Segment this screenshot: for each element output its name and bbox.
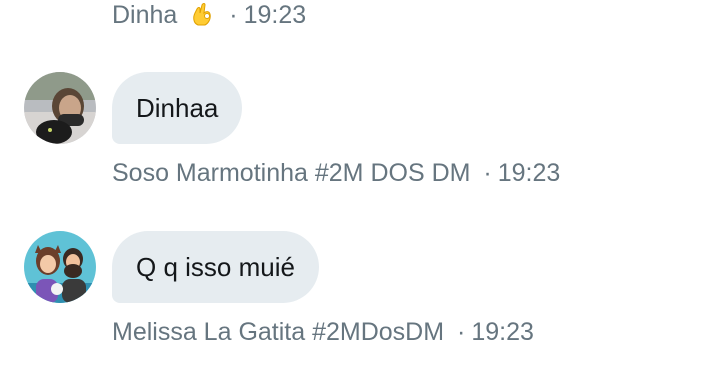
ok-hand-emoji-icon: [190, 1, 216, 27]
sender-name[interactable]: Melissa La Gatita #2MDosDM: [112, 318, 444, 346]
message-meta: Soso Marmotinha #2M DOS DM · 19:23: [112, 158, 560, 188]
message-time: 19:23: [497, 159, 561, 187]
message-bubble[interactable]: Q q isso muié: [112, 231, 319, 303]
message-meta: Dinha · 19:23: [112, 0, 306, 30]
message-meta: Melissa La Gatita #2MDosDM · 19:23: [112, 317, 534, 347]
meta-separator: ·: [229, 1, 238, 29]
message-time: 19:23: [471, 318, 534, 346]
dm-conversation: Dinha · 19:23 Dinhaa Soso Marmotinha #2M …: [0, 0, 720, 379]
sender-name[interactable]: Dinha: [112, 1, 177, 29]
avatar[interactable]: [24, 72, 96, 144]
message-time: 19:23: [243, 1, 307, 29]
message-bubble[interactable]: Dinhaa: [112, 72, 243, 144]
avatar[interactable]: [24, 231, 96, 303]
meta-separator: ·: [457, 318, 466, 346]
meta-separator: ·: [483, 159, 492, 187]
sender-name[interactable]: Soso Marmotinha #2M DOS DM: [112, 159, 470, 187]
